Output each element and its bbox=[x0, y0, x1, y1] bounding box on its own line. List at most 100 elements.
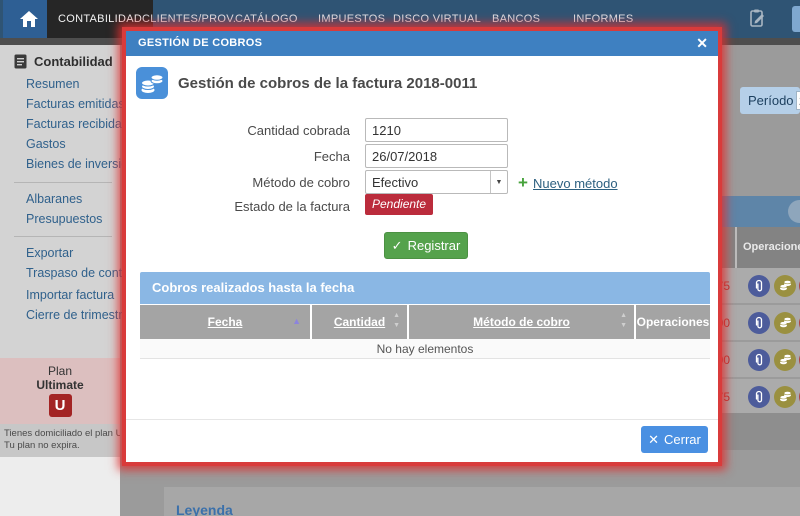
table-row: 00 bbox=[710, 305, 800, 341]
empty-table-message: No hay elementos bbox=[140, 339, 710, 359]
gestion-cobros-modal: GESTIÓN DE COBROS ✕ Gestión de cobros de… bbox=[122, 27, 722, 466]
paperclip-icon bbox=[753, 353, 765, 367]
payments-table-title: Cobros realizados hasta la fecha bbox=[140, 272, 710, 304]
sidebar-divider bbox=[14, 236, 112, 237]
sort-asc-icon: ▲ bbox=[292, 316, 301, 326]
plan-box: Plan Ultimate U bbox=[0, 358, 120, 424]
table-row: 00 bbox=[710, 342, 800, 378]
column-label: Método de cobro bbox=[473, 315, 570, 329]
sidebar-item-bienes-inversion[interactable]: Bienes de inversión bbox=[26, 157, 136, 171]
background-column-header: Operaciones bbox=[710, 227, 800, 268]
metodo-selected-value: Efectivo bbox=[372, 175, 418, 190]
attachment-button[interactable] bbox=[748, 312, 770, 334]
operations-column-label: Operaciones bbox=[743, 241, 800, 253]
register-label: Registrar bbox=[408, 238, 461, 253]
status-badge: Pendiente bbox=[365, 194, 433, 215]
modal-heading: Gestión de cobros de la factura 2018-001… bbox=[178, 75, 477, 92]
coins-icon bbox=[779, 317, 792, 329]
paperclip-icon bbox=[753, 279, 765, 293]
sidebar-item-importar-factura[interactable]: Importar factura bbox=[26, 288, 136, 302]
periodo-filter: Período bbox=[740, 87, 800, 114]
metodo-select[interactable]: Efectivo ▼ bbox=[365, 170, 508, 194]
column-label: Operaciones bbox=[637, 315, 710, 329]
column-label: Fecha bbox=[208, 315, 243, 329]
sidebar-item-facturas-emitidas[interactable]: Facturas emitidas bbox=[26, 97, 136, 111]
clipboard-pencil-icon bbox=[746, 8, 768, 30]
footer-divider bbox=[126, 419, 718, 420]
register-button[interactable]: ✓ Registrar bbox=[384, 232, 468, 259]
fecha-input[interactable] bbox=[365, 144, 508, 168]
paperclip-icon bbox=[753, 316, 765, 330]
sidebar-footer-area bbox=[0, 457, 120, 516]
coins-icon bbox=[779, 391, 792, 403]
plan-notice-line2: Tu plan no expira. bbox=[4, 440, 120, 452]
modal-header: GESTIÓN DE COBROS ✕ bbox=[126, 31, 718, 56]
periodo-input[interactable] bbox=[796, 91, 800, 110]
table-row: 75 bbox=[710, 268, 800, 304]
cerrar-label: Cerrar bbox=[664, 432, 701, 447]
sidebar-header: Contabilidad bbox=[14, 54, 113, 69]
table-total-row: 50 bbox=[710, 413, 800, 450]
close-x-icon: ✕ bbox=[648, 432, 659, 448]
sidebar-item-gastos[interactable]: Gastos bbox=[26, 137, 136, 151]
notes-button[interactable] bbox=[746, 8, 768, 35]
cantidad-input[interactable] bbox=[365, 118, 508, 142]
sidebar-item-traspaso[interactable]: Traspaso de contabili bbox=[26, 266, 136, 280]
paperclip-icon bbox=[753, 390, 765, 404]
sidebar-header-label: Contabilidad bbox=[34, 54, 113, 69]
sort-both-icon: ▲▼ bbox=[620, 311, 627, 331]
document-icon bbox=[14, 54, 27, 69]
sidebar-divider bbox=[14, 182, 112, 183]
new-method-link[interactable]: Nuevo método bbox=[533, 176, 618, 191]
app-screen: CONTABILIDAD CLIENTES/PROV. CATÁLOGO IMP… bbox=[0, 0, 800, 516]
sidebar-item-cierre-trimestres[interactable]: Cierre de trimestres bbox=[26, 308, 136, 322]
sidebar: Contabilidad Resumen Facturas emitidas F… bbox=[0, 45, 120, 457]
background-table-titlebar bbox=[710, 196, 800, 227]
nav-edge-button[interactable] bbox=[792, 6, 800, 32]
column-label: Cantidad bbox=[334, 315, 385, 329]
sidebar-item-exportar[interactable]: Exportar bbox=[26, 246, 136, 260]
plan-badge-icon: U bbox=[49, 394, 72, 417]
estado-label: Estado de la factura bbox=[210, 199, 350, 214]
legend-panel bbox=[164, 487, 800, 516]
column-header-metodo[interactable]: Método de cobro ▲▼ bbox=[409, 305, 634, 339]
payments-table: Cobros realizados hasta la fecha Fecha ▲… bbox=[140, 272, 710, 359]
sidebar-item-presupuestos[interactable]: Presupuestos bbox=[26, 212, 136, 226]
chevron-down-icon: ▼ bbox=[490, 171, 507, 193]
legend-title: Leyenda bbox=[176, 502, 233, 516]
close-icon[interactable]: ✕ bbox=[696, 35, 708, 52]
metodo-label: Método de cobro bbox=[210, 175, 350, 190]
payments-button[interactable] bbox=[774, 349, 796, 371]
sidebar-item-facturas-recibidas[interactable]: Facturas recibidas bbox=[26, 117, 136, 131]
payments-button[interactable] bbox=[774, 386, 796, 408]
payments-button[interactable] bbox=[774, 275, 796, 297]
attachment-button[interactable] bbox=[748, 275, 770, 297]
sidebar-item-resumen[interactable]: Resumen bbox=[26, 77, 136, 91]
check-icon: ✓ bbox=[392, 238, 403, 254]
cerrar-button[interactable]: ✕ Cerrar bbox=[641, 426, 708, 453]
payments-table-header: Fecha ▲ Cantidad ▲▼ Método de cobro ▲▼ O… bbox=[140, 305, 710, 339]
column-header-fecha[interactable]: Fecha ▲ bbox=[140, 305, 310, 339]
help-circle-icon[interactable] bbox=[788, 200, 800, 223]
column-separator bbox=[735, 227, 737, 268]
home-icon bbox=[19, 9, 39, 29]
plan-name: Plan bbox=[0, 358, 120, 378]
coins-icon bbox=[779, 354, 792, 366]
plan-notice-line1: Tienes domiciliado el plan Ul bbox=[4, 428, 120, 440]
plan-notice: Tienes domiciliado el plan Ul Tu plan no… bbox=[0, 424, 120, 457]
attachment-button[interactable] bbox=[748, 349, 770, 371]
sort-both-icon: ▲▼ bbox=[393, 311, 400, 331]
coins-badge-icon bbox=[136, 67, 168, 99]
column-header-cantidad[interactable]: Cantidad ▲▼ bbox=[312, 305, 407, 339]
table-row: 75 bbox=[710, 379, 800, 415]
plus-icon[interactable]: + bbox=[518, 173, 528, 193]
attachment-button[interactable] bbox=[748, 386, 770, 408]
fecha-label: Fecha bbox=[210, 149, 350, 164]
sidebar-item-albaranes[interactable]: Albaranes bbox=[26, 192, 136, 206]
modal-title: GESTIÓN DE COBROS bbox=[138, 37, 262, 49]
column-header-operaciones: Operaciones bbox=[636, 305, 710, 339]
coins-icon bbox=[779, 280, 792, 292]
periodo-label: Período bbox=[748, 93, 794, 108]
payments-button[interactable] bbox=[774, 312, 796, 334]
plan-tier: Ultimate bbox=[0, 378, 120, 392]
